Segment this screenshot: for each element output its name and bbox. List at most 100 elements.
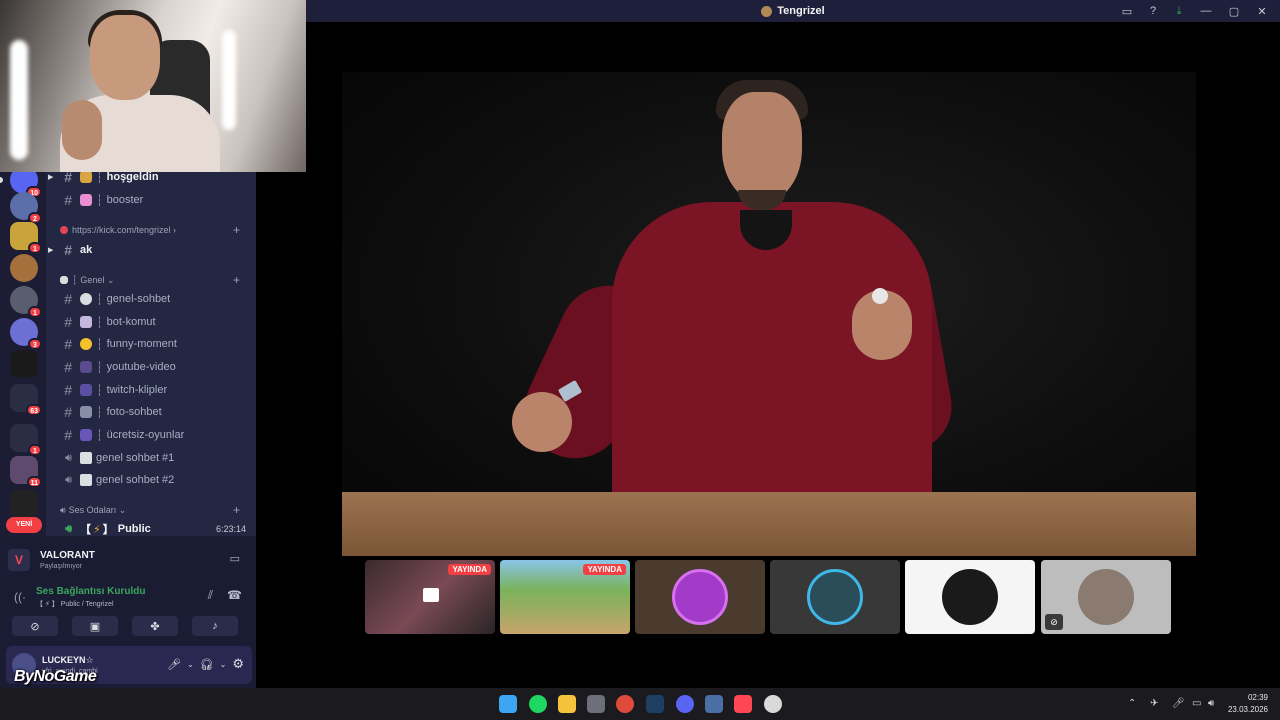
participant-tile[interactable] <box>635 560 765 634</box>
camera-off-button[interactable]: ⊘ <box>12 616 58 636</box>
spotify-icon[interactable] <box>529 695 547 713</box>
help-icon[interactable]: ? <box>1142 2 1164 20</box>
minimize-icon[interactable]: — <box>1194 2 1218 20</box>
screen-share-icon[interactable]: ▭ <box>230 552 240 565</box>
channel-bot-komut[interactable]: # ┆ bot-komut <box>46 311 256 333</box>
maximize-icon[interactable]: ▢ <box>1222 2 1246 20</box>
webcam-overlay <box>0 0 306 172</box>
participant-tile[interactable]: YAYINDA <box>365 560 495 634</box>
chevron-down-icon[interactable]: ⌄ <box>187 660 194 669</box>
channel-youtube-video[interactable]: # ┆ youtube-video <box>46 356 256 378</box>
server-icon[interactable]: 3 <box>10 318 42 350</box>
gamepad-icon <box>80 429 92 441</box>
server-icon[interactable]: 1 <box>10 286 42 318</box>
windows-start-icon[interactable] <box>499 695 517 713</box>
activity-panel: V VALORANT Paylaşılmıyor ▭ <box>8 542 246 578</box>
category-kick[interactable]: https://kick.com/tengrizel › + <box>60 222 250 238</box>
server-badge: 63 <box>26 404 42 416</box>
store-icon[interactable] <box>587 695 605 713</box>
chevron-down-icon[interactable]: ⌄ <box>220 660 227 669</box>
channel-label: youtube-video <box>106 361 176 373</box>
discord-icon[interactable] <box>676 695 694 713</box>
channel-label: genel sohbet #1 <box>96 452 175 464</box>
server-icon <box>761 5 773 17</box>
voice-channel-path[interactable]: 【 ⚡ 】 Public / Tengrizel <box>36 599 145 609</box>
participant-tile[interactable]: ⊘ <box>1041 560 1171 634</box>
microphone-tray-icon[interactable]: 🎤︎ <box>1172 698 1185 709</box>
category-ses-odalari[interactable]: 🔊︎ Ses Odaları ⌄ + <box>60 502 250 518</box>
network-app-icon[interactable] <box>705 695 723 713</box>
speaker-emoji-icon <box>80 452 92 464</box>
cast-icon[interactable]: ▭ <box>1116 2 1138 20</box>
noise-suppression-icon[interactable]: ⫽ <box>208 588 213 603</box>
channel-funny-moment[interactable]: # ┆ funny-moment <box>46 333 256 355</box>
system-clock[interactable]: 02:39 23.03.2026 <box>1228 692 1268 716</box>
tray-chevron-icon[interactable]: ⌃ <box>1128 698 1136 709</box>
participant-strip: YAYINDA YAYINDA ⊘ <box>365 560 1173 636</box>
channel-list: ▶ # ┆ hoşgeldin # ┆ booster https://kick.… <box>46 169 256 536</box>
file-explorer-icon[interactable] <box>558 695 576 713</box>
add-channel-icon[interactable]: + <box>233 223 240 237</box>
channel-foto-sohbet[interactable]: # ┆ foto-sohbet <box>46 401 256 423</box>
voice-timer: 6:23:14 <box>215 524 246 534</box>
channel-label: ücretsiz-oyunlar <box>106 429 185 441</box>
voice-channel-genel-2[interactable]: 🔊︎ genel sohbet #2 <box>46 469 256 491</box>
gear-icon[interactable]: ⚙ <box>232 656 244 672</box>
live-badge: YAYINDA <box>583 564 626 575</box>
screen-share-button[interactable]: ▣ <box>72 616 118 636</box>
channel-label: twitch-klipler <box>106 384 168 396</box>
channel-ak[interactable]: ▶ # ak <box>46 239 256 261</box>
laugh-emoji-icon <box>80 338 92 350</box>
server-icon[interactable] <box>10 350 38 378</box>
activities-button[interactable]: ✤ <box>132 616 178 636</box>
headphones-icon[interactable]: 🎧︎ <box>200 658 214 671</box>
server-icon[interactable]: 1 <box>10 222 42 254</box>
participant-tile[interactable]: YAYINDA <box>500 560 630 634</box>
speech-bubble-icon <box>60 276 68 284</box>
add-channel-icon[interactable]: + <box>233 503 240 517</box>
microphone-icon[interactable]: 🎤︎ <box>167 658 181 671</box>
steam-icon[interactable] <box>646 695 664 713</box>
hash-icon: # <box>64 404 72 420</box>
soundboard-button[interactable]: ♪ <box>192 616 238 636</box>
participant-tile[interactable] <box>905 560 1035 634</box>
stream-video[interactable] <box>342 72 1196 556</box>
channel-genel-sohbet[interactable]: # ┆ genel-sohbet <box>46 288 256 310</box>
channel-label: funny-moment <box>106 338 177 350</box>
chrome-icon[interactable] <box>616 695 634 713</box>
disconnect-icon[interactable]: ☎ <box>227 588 242 603</box>
server-icon[interactable] <box>10 254 38 282</box>
participant-tile[interactable] <box>770 560 900 634</box>
voice-channel-genel-1[interactable]: 🔊︎ genel sohbet #1 <box>46 447 256 469</box>
participant-avatar <box>672 569 728 625</box>
channel-label: bot-komut <box>106 316 156 328</box>
channel-twitch-klipler[interactable]: # ┆ twitch-klipler <box>46 379 256 401</box>
channel-booster[interactable]: # ┆ booster <box>46 189 256 211</box>
valorant-icon: V <box>8 549 30 571</box>
valorant-icon[interactable] <box>734 695 752 713</box>
robot-icon <box>80 316 92 328</box>
display-tray-icon[interactable]: ▭ <box>1192 698 1201 709</box>
signal-icon[interactable]: ((· <box>14 590 36 604</box>
channel-ucretsiz-oyunlar[interactable]: # ┆ ücretsiz-oyunlar <box>46 424 256 446</box>
server-folder-icon[interactable]: 63 <box>10 384 42 416</box>
participant-avatar <box>807 569 863 625</box>
add-channel-icon[interactable]: + <box>233 273 240 287</box>
category-genel[interactable]: ┆ Genel ⌄ + <box>60 272 250 288</box>
participant-avatar <box>942 569 998 625</box>
camera-off-icon: ⊘ <box>1045 614 1063 630</box>
server-icon[interactable]: 2 <box>10 192 42 224</box>
download-icon[interactable]: ⤓ <box>1168 2 1190 20</box>
server-folder-icon[interactable]: 11 <box>10 456 42 488</box>
window-title: Tengrizel <box>761 5 825 17</box>
steam-tray-icon[interactable]: ✈ <box>1150 698 1158 709</box>
volume-icon[interactable]: 🔊︎ <box>1208 698 1214 709</box>
video-icon <box>80 361 92 373</box>
speech-bubble-icon <box>80 293 92 305</box>
window-title-bar: Tengrizel ▭ ? ⤓ — ▢ ✕ <box>306 0 1280 22</box>
channel-label: hoşgeldin <box>106 171 159 183</box>
server-icon[interactable] <box>10 490 38 518</box>
close-icon[interactable]: ✕ <box>1250 2 1274 20</box>
server-folder-icon[interactable]: 1 <box>10 424 42 456</box>
recording-app-icon[interactable] <box>764 695 782 713</box>
